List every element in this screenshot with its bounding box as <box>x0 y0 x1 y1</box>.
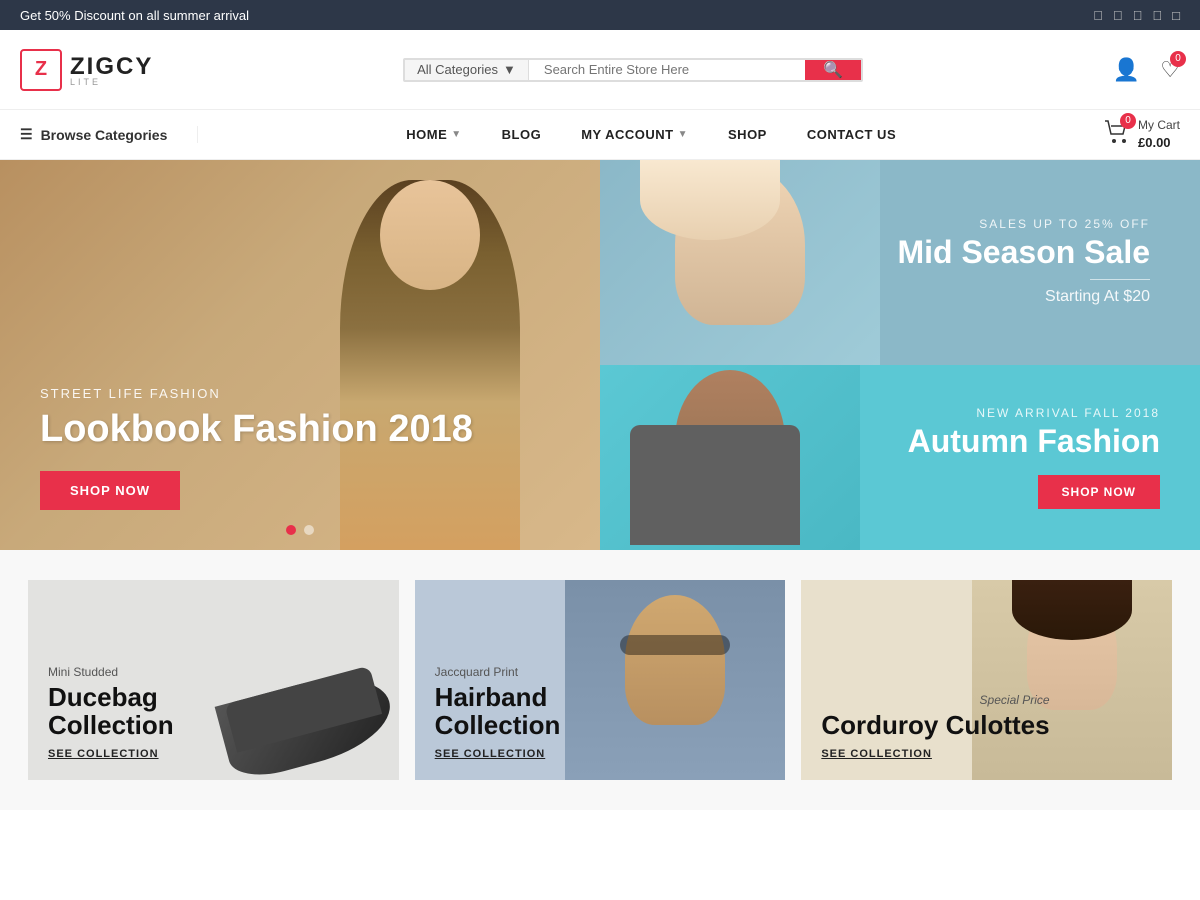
chevron-down-icon: ▼ <box>503 62 516 77</box>
youtube-icon[interactable]:  <box>1133 8 1143 23</box>
collections-section: Mini Studded DucebagCollection SEE COLLE… <box>0 550 1200 810</box>
hero-title: Lookbook Fashion 2018 <box>40 409 473 451</box>
collection-card-2[interactable]: Jaccquard Print HairbandCollection SEE C… <box>415 580 786 780</box>
nav-home[interactable]: HOME ▼ <box>406 127 461 142</box>
divider <box>1090 279 1150 280</box>
hero-left-content: STREET LIFE FASHION Lookbook Fashion 201… <box>40 386 473 510</box>
nav-contact-us[interactable]: CONTACT US <box>807 127 896 142</box>
chevron-down-icon: ▼ <box>678 129 688 140</box>
top-bar: Get 50% Discount on all summer arrival … <box>0 0 1200 30</box>
cart-label: My Cart <box>1138 117 1180 134</box>
social-links:     □ <box>1093 8 1180 23</box>
header: Z ZIGCY LITE All Categories ▼ 🔍 👤 ♡ 0 <box>0 30 1200 110</box>
special-price: Special Price <box>980 693 1050 707</box>
collection-small-2: Jaccquard Print <box>435 665 561 679</box>
slider-dots <box>286 525 314 535</box>
shoe-image <box>201 607 398 780</box>
logo-text-wrap: ZIGCY LITE <box>70 53 153 87</box>
hero-person-top-right <box>600 160 880 365</box>
hero-right-bottom-content: NEW ARRIVAL FALL 2018 Autumn Fashion SHO… <box>908 406 1180 509</box>
search-button[interactable]: 🔍 <box>805 60 861 80</box>
cart-total: £0.00 <box>1138 135 1171 150</box>
wishlist-button[interactable]: ♡ 0 <box>1160 57 1180 83</box>
autumn-subtitle: NEW ARRIVAL FALL 2018 <box>908 406 1160 420</box>
sale-subtitle: SALES UP TO 25% OFF <box>897 217 1150 231</box>
sale-title: Mid Season Sale <box>897 235 1150 270</box>
twitter-icon[interactable]:  <box>1113 8 1123 23</box>
hero-left: STREET LIFE FASHION Lookbook Fashion 201… <box>0 160 600 550</box>
browse-label: Browse Categories <box>41 127 168 143</box>
collection-link-3[interactable]: SEE COLLECTION <box>821 748 1049 760</box>
logo-icon: Z <box>20 49 62 91</box>
facebook-icon[interactable]:  <box>1093 8 1103 23</box>
hero-right-bottom: NEW ARRIVAL FALL 2018 Autumn Fashion SHO… <box>600 365 1200 550</box>
collection-link-1[interactable]: SEE COLLECTION <box>48 748 174 760</box>
nav-blog[interactable]: BLOG <box>502 127 542 142</box>
pinterest-icon[interactable]:  <box>1152 8 1162 23</box>
hero-person-bottom-right <box>600 365 860 550</box>
search-bar: All Categories ▼ 🔍 <box>403 58 863 82</box>
hero-subtitle: STREET LIFE FASHION <box>40 386 473 401</box>
promo-text: Get 50% Discount on all summer arrival <box>20 8 249 23</box>
category-dropdown[interactable]: All Categories ▼ <box>405 60 529 80</box>
cart-nav[interactable]: 0 My Cart £0.00 <box>1104 117 1180 152</box>
collection-title-2: HairbandCollection <box>435 683 561 740</box>
collection-title-3: Corduroy Culottes <box>821 711 1049 740</box>
collection-content-2: Jaccquard Print HairbandCollection SEE C… <box>415 645 581 780</box>
wishlist-badge: 0 <box>1170 51 1186 67</box>
menu-icon: ☰ <box>20 126 33 143</box>
collection-title-1: DucebagCollection <box>48 683 174 740</box>
autumn-shop-now-button[interactable]: SHOP NOW <box>1038 475 1160 509</box>
hero-right-top-content: SALES UP TO 25% OFF Mid Season Sale Star… <box>897 217 1170 307</box>
collection-card-3[interactable]: Special Price Corduroy Culottes SEE COLL… <box>801 580 1172 780</box>
nav-shop[interactable]: SHOP <box>728 127 767 142</box>
account-icon[interactable]: 👤 <box>1113 57 1140 83</box>
hero-section: STREET LIFE FASHION Lookbook Fashion 201… <box>0 160 1200 550</box>
hero-right-top: SALES UP TO 25% OFF Mid Season Sale Star… <box>600 160 1200 365</box>
cart-text: My Cart £0.00 <box>1138 117 1180 152</box>
collection-content-3: Special Price Corduroy Culottes SEE COLL… <box>801 673 1069 780</box>
instagram-icon[interactable]: □ <box>1172 8 1180 23</box>
collection-link-2[interactable]: SEE COLLECTION <box>435 748 561 760</box>
nav-bar: ☰ Browse Categories HOME ▼ BLOG MY ACCOU… <box>0 110 1200 160</box>
cart-badge: 0 <box>1120 113 1136 129</box>
hero-shop-now-button[interactable]: SHOP NOW <box>40 471 180 510</box>
chevron-down-icon: ▼ <box>451 129 461 140</box>
autumn-title: Autumn Fashion <box>908 424 1160 459</box>
search-input[interactable] <box>529 60 805 80</box>
sale-price: Starting At $20 <box>897 288 1150 306</box>
cart-icon-wrap: 0 <box>1104 119 1130 150</box>
person-image-2 <box>565 580 785 780</box>
logo[interactable]: Z ZIGCY LITE <box>20 49 153 91</box>
browse-categories[interactable]: ☰ Browse Categories <box>20 126 198 143</box>
collection-content-1: Mini Studded DucebagCollection SEE COLLE… <box>28 645 194 780</box>
collection-card-1[interactable]: Mini Studded DucebagCollection SEE COLLE… <box>28 580 399 780</box>
collection-small-1: Mini Studded <box>48 665 174 679</box>
header-actions: 👤 ♡ 0 <box>1113 57 1180 83</box>
nav-my-account[interactable]: MY ACCOUNT ▼ <box>581 127 688 142</box>
hero-right: SALES UP TO 25% OFF Mid Season Sale Star… <box>600 160 1200 550</box>
dot-1[interactable] <box>286 525 296 535</box>
main-nav: HOME ▼ BLOG MY ACCOUNT ▼ SHOP CONTACT US <box>198 127 1104 142</box>
dot-2[interactable] <box>304 525 314 535</box>
